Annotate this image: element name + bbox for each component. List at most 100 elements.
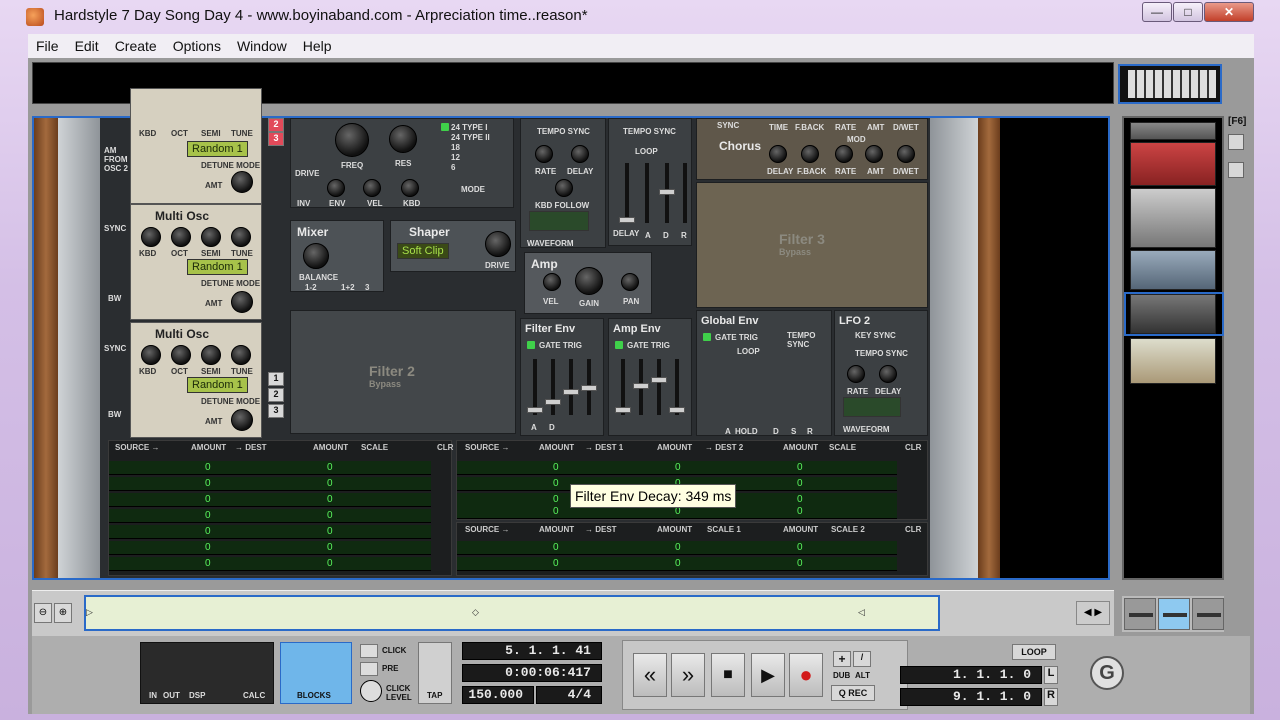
slot-button-2[interactable]: 2 bbox=[268, 118, 284, 132]
amount-value[interactable]: 0 bbox=[327, 542, 333, 553]
play-button[interactable]: ▶ bbox=[751, 653, 785, 697]
semi-knob[interactable] bbox=[201, 227, 221, 247]
delay-fader[interactable] bbox=[625, 163, 629, 223]
nav-device[interactable] bbox=[1130, 250, 1216, 290]
fe-d-fader[interactable] bbox=[551, 359, 555, 415]
amp-vel-knob[interactable] bbox=[543, 273, 561, 291]
kbd-follow-knob[interactable] bbox=[555, 179, 573, 197]
stop-button[interactable]: ■ bbox=[711, 653, 745, 697]
osc1-random-display[interactable]: Random 1 bbox=[187, 141, 248, 157]
gate-trig-led[interactable] bbox=[615, 341, 623, 349]
amount-value[interactable]: 0 bbox=[327, 462, 333, 473]
amount-value[interactable]: 0 bbox=[205, 526, 211, 537]
edit-mode-button[interactable] bbox=[1158, 598, 1190, 630]
left-locator-display[interactable]: 1. 1. 1. 0 bbox=[900, 666, 1042, 684]
table-row[interactable]: 0 0 0 bbox=[457, 557, 897, 571]
table-row[interactable]: 00 bbox=[109, 461, 431, 475]
chorus-fback-knob[interactable] bbox=[801, 145, 819, 163]
amount-value[interactable]: 0 bbox=[675, 558, 681, 569]
nav-device[interactable] bbox=[1130, 188, 1216, 248]
amount-value[interactable]: 0 bbox=[675, 462, 681, 473]
amount-value[interactable]: 0 bbox=[553, 494, 559, 505]
menu-create[interactable]: Create bbox=[107, 38, 165, 54]
table-row[interactable]: 0 0 0 bbox=[457, 541, 897, 555]
sequencer-mode-button[interactable] bbox=[1124, 598, 1156, 630]
slot-button-2[interactable]: 2 bbox=[268, 388, 284, 402]
ae-s-cap[interactable] bbox=[651, 377, 667, 383]
lfo1-delay-knob[interactable] bbox=[571, 145, 589, 163]
r-fader[interactable] bbox=[683, 163, 687, 223]
position-marker-icon[interactable]: ◇ bbox=[472, 607, 479, 618]
ae-d-cap[interactable] bbox=[633, 383, 649, 389]
minimize-button[interactable]: — bbox=[1142, 2, 1172, 22]
amount-value[interactable]: 0 bbox=[205, 510, 211, 521]
menu-window[interactable]: Window bbox=[229, 38, 295, 54]
rack-navigator[interactable] bbox=[1122, 116, 1224, 580]
table-row[interactable]: 00 bbox=[109, 509, 431, 523]
pre-toggle[interactable] bbox=[360, 662, 378, 676]
freq-knob[interactable] bbox=[335, 123, 369, 157]
shaper-mode-display[interactable]: Soft Clip bbox=[397, 243, 449, 259]
ae-s-fader[interactable] bbox=[657, 359, 661, 415]
oct-knob[interactable] bbox=[171, 227, 191, 247]
amount-value[interactable]: 0 bbox=[797, 494, 803, 505]
chorus-rate-knob[interactable] bbox=[835, 145, 853, 163]
keyboard-thumbnail[interactable] bbox=[1118, 64, 1222, 104]
ae-r-cap[interactable] bbox=[669, 407, 685, 413]
fe-d-cap[interactable] bbox=[545, 399, 561, 405]
nav-device[interactable] bbox=[1130, 142, 1216, 186]
signature-display[interactable]: 4/4 bbox=[536, 686, 602, 704]
amount-value[interactable]: 0 bbox=[797, 506, 803, 517]
lfo1-rate-knob[interactable] bbox=[535, 145, 553, 163]
amount-value[interactable]: 0 bbox=[327, 494, 333, 505]
lfo1-waveform-display[interactable] bbox=[529, 211, 589, 231]
amp-pan-knob[interactable] bbox=[621, 273, 639, 291]
menu-options[interactable]: Options bbox=[165, 38, 229, 54]
fe-s-fader[interactable] bbox=[569, 359, 573, 415]
kbd-knob[interactable] bbox=[141, 345, 161, 365]
table-row[interactable]: 00 bbox=[109, 525, 431, 539]
click-toggle[interactable] bbox=[360, 644, 378, 658]
amt-knob[interactable] bbox=[231, 171, 253, 193]
amount-value[interactable]: 0 bbox=[553, 542, 559, 553]
kbd-knob[interactable] bbox=[141, 227, 161, 247]
delay-fader-cap[interactable] bbox=[619, 217, 635, 223]
amount-value[interactable]: 0 bbox=[553, 462, 559, 473]
amount-value[interactable]: 0 bbox=[205, 558, 211, 569]
table-row[interactable]: 00 bbox=[109, 541, 431, 555]
amount-value[interactable]: 0 bbox=[327, 526, 333, 537]
amount-value[interactable]: 0 bbox=[675, 542, 681, 553]
env-knob[interactable] bbox=[327, 179, 345, 197]
kbd-knob[interactable] bbox=[401, 179, 419, 197]
fast-forward-button[interactable]: » bbox=[671, 653, 705, 697]
amount-value[interactable]: 0 bbox=[553, 506, 559, 517]
osc2-random-display[interactable]: Random 1 bbox=[187, 259, 248, 275]
loop-button[interactable]: LOOP bbox=[1012, 644, 1056, 660]
osc3-random-display[interactable]: Random 1 bbox=[187, 377, 248, 393]
tempo-display[interactable]: 150.000 bbox=[462, 686, 534, 704]
song-mode-button[interactable] bbox=[1192, 598, 1224, 630]
chorus-dwet-knob[interactable] bbox=[897, 145, 915, 163]
click-level-knob[interactable] bbox=[360, 680, 382, 702]
amount-value[interactable]: 0 bbox=[797, 542, 803, 553]
close-button[interactable]: ✕ bbox=[1204, 2, 1254, 22]
rack-fold-button[interactable] bbox=[1228, 134, 1244, 150]
d-fader-cap[interactable] bbox=[659, 189, 675, 195]
filter-type-24-2[interactable]: 24 TYPE II bbox=[451, 133, 490, 142]
table-row[interactable]: 00 bbox=[109, 557, 431, 571]
rack-detach-button[interactable] bbox=[1228, 162, 1244, 178]
amount-value[interactable]: 0 bbox=[205, 542, 211, 553]
song-position-display[interactable]: 5. 1. 1. 41 bbox=[462, 642, 602, 660]
amount-value[interactable]: 0 bbox=[797, 478, 803, 489]
filter3-slot[interactable]: Filter 3 Bypass bbox=[696, 182, 928, 308]
table-row[interactable]: 00 bbox=[109, 493, 431, 507]
amount-value[interactable]: 0 bbox=[327, 510, 333, 521]
ae-a-cap[interactable] bbox=[615, 407, 631, 413]
gate-trig-led[interactable] bbox=[703, 333, 711, 341]
maximize-button[interactable]: □ bbox=[1173, 2, 1203, 22]
amp-gain-knob[interactable] bbox=[575, 267, 603, 295]
shaper-drive-knob[interactable] bbox=[485, 231, 511, 257]
zoom-in-icon[interactable]: ⊕ bbox=[54, 603, 72, 623]
lfo2-rate-knob[interactable] bbox=[847, 365, 865, 383]
filter-type-24-1[interactable]: 24 TYPE I bbox=[451, 123, 487, 132]
